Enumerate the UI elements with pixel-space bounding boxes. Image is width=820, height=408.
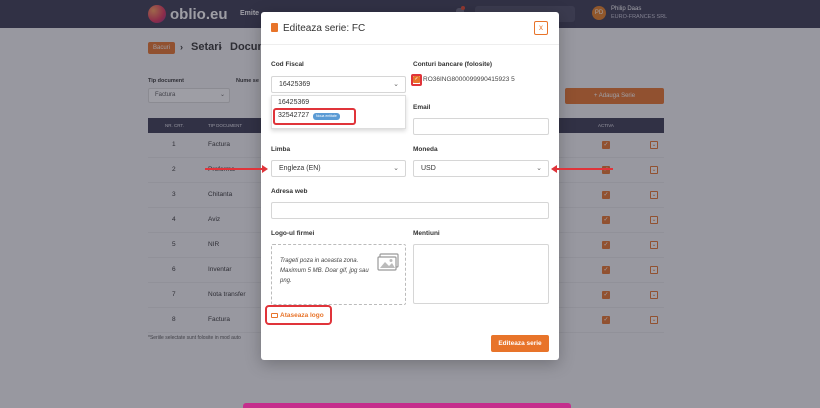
- language-value: Engleza (EN): [279, 165, 321, 172]
- bottom-banner: [243, 403, 571, 408]
- chevron-down-icon: ⌄: [393, 165, 399, 172]
- clipboard-icon: [271, 23, 278, 32]
- logo-label: Logo-ul firmei: [271, 230, 315, 237]
- bank-account-iban: RO36ING8000099990415923 5: [423, 76, 515, 83]
- annotation-arrow-head: [262, 165, 268, 173]
- dropdown-option[interactable]: 32542727: [278, 112, 309, 119]
- bank-accounts-label: Conturi bancare (folosite): [413, 61, 493, 68]
- bank-account-checkbox[interactable]: ✓: [413, 76, 420, 83]
- annotation-arrow: [205, 168, 263, 170]
- chevron-down-icon: ⌄: [393, 81, 399, 88]
- currency-label: Moneda: [413, 146, 438, 153]
- dropdown-option[interactable]: 16425369: [278, 99, 309, 106]
- website-label: Adresa web: [271, 188, 308, 195]
- new-entity-badge: Noua entitate: [313, 113, 340, 120]
- close-button[interactable]: x: [534, 21, 548, 35]
- attach-logo-button[interactable]: Ataseaza logo: [280, 312, 324, 319]
- chevron-down-icon: ⌄: [536, 165, 542, 172]
- modal-title: Editeaza serie: FC: [283, 23, 366, 34]
- modal-divider: [261, 44, 559, 45]
- cod-fiscal-label: Cod Fiscal: [271, 61, 304, 68]
- logo-dropzone-hint: Trageti poza in aceasta zona. Maximum 5 …: [280, 258, 369, 284]
- edit-series-button[interactable]: Editeaza serie: [491, 335, 549, 352]
- currency-select[interactable]: USD ⌄: [413, 160, 549, 177]
- currency-value: USD: [421, 165, 436, 172]
- language-label: Limba: [271, 146, 291, 153]
- annotation-arrow: [557, 168, 613, 170]
- email-label: Email: [413, 104, 431, 111]
- image-icon: [377, 253, 399, 271]
- website-field[interactable]: [271, 202, 549, 219]
- cod-fiscal-select[interactable]: 16425369 ⌄: [271, 76, 406, 93]
- annotation-arrow-head: [551, 165, 557, 173]
- email-field[interactable]: [413, 118, 549, 135]
- attach-icon: [271, 313, 278, 318]
- language-select[interactable]: Engleza (EN) ⌄: [271, 160, 406, 177]
- mentions-textarea[interactable]: [413, 244, 549, 304]
- mentions-label: Mentiuni: [413, 230, 440, 237]
- cod-fiscal-value: 16425369: [279, 81, 311, 88]
